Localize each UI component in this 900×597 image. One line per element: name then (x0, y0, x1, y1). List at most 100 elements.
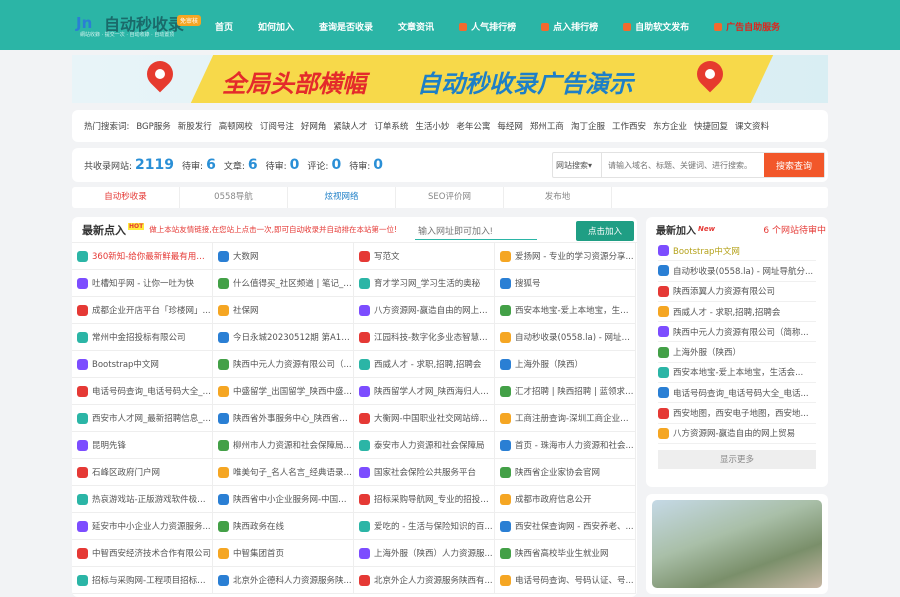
site-link[interactable]: 西安市人才网_最新招聘信息_西... (72, 405, 213, 432)
site-link[interactable]: 自动秒收录(0558.la) - 网址导... (495, 324, 636, 351)
site-favicon-icon (500, 493, 511, 505)
nav-item[interactable]: 如何加入 (258, 20, 294, 33)
nav-item[interactable]: 点入排行榜 (541, 20, 598, 33)
site-link[interactable]: 招标采购导航网_专业的招投标... (354, 486, 495, 513)
nav-item[interactable]: 文章资讯 (398, 20, 434, 33)
hot-search-term[interactable]: BGP服务 (136, 120, 170, 132)
site-link[interactable]: 成都企业开店平台「珍楼网」... (72, 297, 213, 324)
site-link[interactable]: 写范文 (354, 243, 495, 270)
newest-item[interactable]: 陕西中元人力资源有限公司（简称... (658, 322, 816, 343)
site-link[interactable]: 昆明先锋 (72, 432, 213, 459)
site-link[interactable]: 国家社会保险公共服务平台 (354, 459, 495, 486)
site-link[interactable]: 陕西中元人力资源有限公司（... (213, 351, 354, 378)
site-favicon-icon (500, 358, 511, 370)
hot-search-term[interactable]: 课文资料 (735, 120, 769, 132)
site-link[interactable]: 陕西留学人才网_陕西海归人才... (354, 378, 495, 405)
newest-item[interactable]: 陕西添翼人力资源有限公司 (658, 282, 816, 302)
add-site-button[interactable]: 点击加入 (576, 221, 634, 241)
site-link[interactable]: 中智集团首页 (213, 540, 354, 567)
site-link[interactable]: 陕西省中小企业服务网-中国中... (213, 486, 354, 513)
site-link[interactable]: 什么值得买_社区频道 | 笔记_购... (213, 270, 354, 297)
url-input[interactable] (415, 222, 537, 240)
hot-search-term[interactable]: 生活小妙 (415, 120, 449, 132)
newest-item[interactable]: 西安地图，西安电子地图，西安地... (658, 403, 816, 424)
newest-item[interactable]: 自动秒收录(0558.la) - 网址导航分... (658, 261, 816, 282)
site-link[interactable]: 上海外服（陕西） (495, 351, 636, 378)
newest-item[interactable]: 八方资源网-赢造自由的网上贸易 (658, 424, 816, 444)
site-link[interactable]: 爱扬网 - 专业的学习资源分享... (495, 243, 636, 270)
nav-item[interactable]: 查询是否收录 (319, 20, 373, 33)
nav-item[interactable]: 首页 (215, 20, 233, 33)
site-name: 今日永城20230512期 第A1版:... (233, 333, 353, 343)
tab-publish[interactable]: 发布地 (504, 187, 612, 208)
newest-item[interactable]: 西威人才 - 求职,招聘,招聘会 (658, 302, 816, 323)
site-link[interactable]: 工商注册查询-深圳工商企业查... (495, 405, 636, 432)
hot-search-term[interactable]: 工作西安 (612, 120, 646, 132)
hot-search-term[interactable]: 新股发行 (178, 120, 212, 132)
site-link[interactable]: 育才学习网_学习生活的奥秘 (354, 270, 495, 297)
hot-search-term[interactable]: 订单系统 (374, 120, 408, 132)
search-button[interactable]: 搜索查询 (764, 153, 824, 177)
site-link[interactable]: 陕西政务在线 (213, 513, 354, 540)
hot-search-term[interactable]: 每经网 (497, 120, 523, 132)
site-link[interactable]: 西安社保查询网 - 西安养老、... (495, 513, 636, 540)
search-input[interactable] (602, 153, 764, 177)
site-link[interactable]: 爱吃的 - 生活与保险知识的百... (354, 513, 495, 540)
site-link[interactable]: 成都市政府信息公开 (495, 486, 636, 513)
site-link[interactable]: 唯美句子_名人名言_经典语录_... (213, 459, 354, 486)
site-link[interactable]: 陕西省高校毕业生就业网 (495, 540, 636, 567)
site-link[interactable]: 泰安市人力资源和社会保障局 (354, 432, 495, 459)
site-link[interactable]: 首页 - 珠海市人力资源和社会... (495, 432, 636, 459)
site-link[interactable]: 西安本地宝-爱上本地宝，生活... (495, 297, 636, 324)
site-link[interactable]: 中智西安经济技术合作有限公司 (72, 540, 213, 567)
site-link[interactable]: 西威人才 - 求职,招聘,招聘会 (354, 351, 495, 378)
site-link[interactable]: 热哀游戏站-正版游戏软件极速... (72, 486, 213, 513)
tab-xuanshi[interactable]: 炫视网络 (288, 187, 396, 208)
site-link[interactable]: 搜狐号 (495, 270, 636, 297)
site-link[interactable]: 江园科技-数字化多业态智慧园区 (354, 324, 495, 351)
search-type-select[interactable]: 网站搜索 ▾ (553, 153, 602, 177)
hot-search-term[interactable]: 郑州工商 (530, 120, 564, 132)
site-link[interactable]: 陕西省企业家协会官网 (495, 459, 636, 486)
newest-item[interactable]: Bootstrap中文网 (658, 241, 816, 262)
site-link[interactable]: 中盛留学_出国留学_陕西中盛出... (213, 378, 354, 405)
site-link[interactable]: 陕西省外事服务中心_陕西省国... (213, 405, 354, 432)
tab-0558-nav[interactable]: 0558导航 (180, 187, 288, 208)
newest-item[interactable]: 西安本地宝-爱上本地宝，生活会... (658, 363, 816, 384)
newest-item[interactable]: 电话号码查询_电话号码大全_电话... (658, 383, 816, 404)
hot-search-term[interactable]: 快捷回复 (694, 120, 728, 132)
site-link[interactable]: 延安市中小企业人力资源服务... (72, 513, 213, 540)
hot-search-term[interactable]: 老年公寓 (456, 120, 490, 132)
nav-item[interactable]: 人气排行榜 (459, 20, 516, 33)
site-link[interactable]: 今日永城20230512期 第A1版:... (213, 324, 354, 351)
nav-item[interactable]: 自助软文发布 (623, 20, 689, 33)
site-link[interactable]: 石峰区政府门户网 (72, 459, 213, 486)
site-link[interactable]: 柳州市人力资源和社会保障局... (213, 432, 354, 459)
ad-banner[interactable]: 全局头部横幅 自动秒收录广告演示 (72, 55, 828, 103)
newest-item[interactable]: 上海外服（陕西） (658, 342, 816, 363)
hot-search-term[interactable]: 订阅号注 (260, 120, 294, 132)
hot-search-term[interactable]: 东方企业 (653, 120, 687, 132)
nav-item[interactable]: 广告自助服务 (714, 20, 780, 33)
site-link[interactable]: 常州中金招投标有限公司 (72, 324, 213, 351)
tab-seo-review[interactable]: SEO评价网 (396, 187, 504, 208)
site-link[interactable]: Bootstrap中文网 (72, 351, 213, 378)
site-link[interactable]: 汇才招聘 | 陕西招聘 | 蓝领求职... (495, 378, 636, 405)
site-link[interactable]: 大衡网-中国职业社交网站缔造者 (354, 405, 495, 432)
show-more-button[interactable]: 显示更多 (658, 449, 816, 469)
hot-search-term[interactable]: 淘丁企服 (571, 120, 605, 132)
site-link[interactable]: 八方资源网-赢造自由的网上贸易 (354, 297, 495, 324)
site-logo[interactable]: Jn 自动秒收录 免审核 網站收錄 · 提交一次 · 自动收錄 · 自动置顶 (74, 10, 214, 40)
site-link[interactable]: 电话号码查询_电话号码大全_电... (72, 378, 213, 405)
hot-search-term[interactable]: 好网角 (301, 120, 327, 132)
site-link[interactable]: 大数网 (213, 243, 354, 270)
site-link[interactable]: 吐槽知乎网 - 让你一吐为快 (72, 270, 213, 297)
site-link[interactable]: 上海外服（陕西）人力资源服... (354, 540, 495, 567)
site-link[interactable]: 社保网 (213, 297, 354, 324)
photo[interactable] (652, 500, 822, 588)
site-link[interactable]: 360新知-给你最新鲜最有用的... (72, 243, 213, 270)
tab-auto-index[interactable]: 自动秒收录 (72, 187, 180, 208)
site-favicon-icon (359, 493, 370, 505)
hot-search-term[interactable]: 紧缺人才 (333, 120, 367, 132)
hot-search-term[interactable]: 高顿网校 (219, 120, 253, 132)
